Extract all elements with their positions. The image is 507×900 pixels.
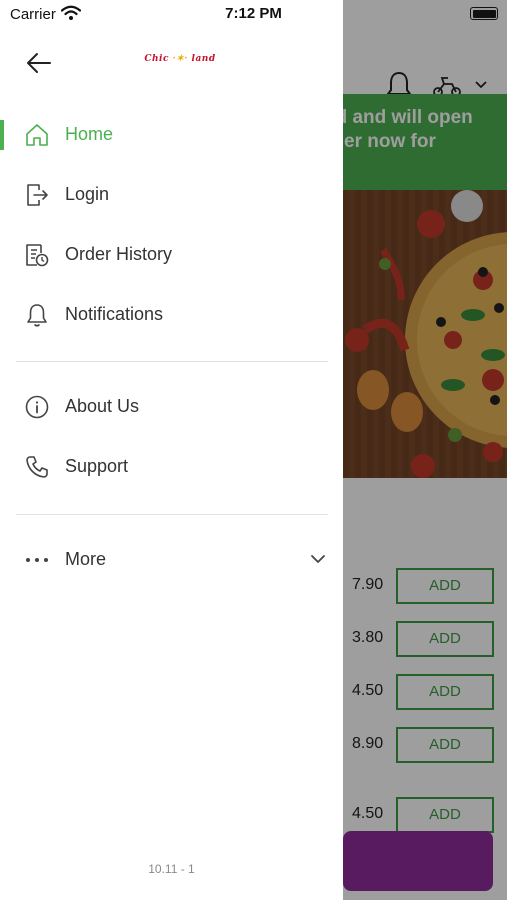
menu-item-order-history[interactable]: Order History — [0, 230, 343, 280]
menu-item-support[interactable]: Support — [0, 442, 343, 492]
menu-item-label: Home — [65, 124, 114, 144]
battery-icon — [470, 7, 498, 20]
chevron-down-icon — [311, 555, 325, 563]
app-version: 10.11 - 1 — [148, 862, 195, 876]
phone-icon — [26, 456, 48, 478]
menu-item-label: Notifications — [65, 304, 164, 324]
logo-text-right: land — [191, 54, 216, 64]
menu-item-notifications[interactable]: Notifications — [0, 290, 343, 340]
menu-divider — [16, 514, 328, 515]
order-history-icon — [26, 244, 49, 267]
menu-item-label: Login — [65, 184, 110, 204]
status-bar: Carrier 7:12 PM — [0, 0, 507, 28]
menu-item-login[interactable]: Login — [0, 170, 343, 220]
menu-divider — [16, 361, 328, 362]
clock: 7:12 PM — [225, 5, 282, 22]
back-arrow-icon[interactable] — [26, 52, 52, 74]
menu-item-about-us[interactable]: About Us — [0, 382, 343, 432]
menu-item-label: Support — [65, 456, 129, 476]
home-icon — [26, 124, 48, 146]
more-dots-icon — [26, 558, 48, 562]
menu-item-label: About Us — [65, 396, 140, 416]
logo-text-left: Chic — [144, 54, 169, 64]
menu-item-label: More — [65, 549, 107, 569]
active-indicator — [0, 120, 4, 150]
info-icon — [25, 395, 49, 419]
menu-item-label: Order History — [65, 244, 173, 264]
side-drawer: Chic ·✶· land Home Login Order History N… — [0, 0, 343, 900]
login-icon — [27, 184, 48, 206]
logo-star-icon: ·✶· — [172, 54, 188, 64]
brand-logo: Chic ·✶· land — [130, 54, 230, 70]
bell-icon — [27, 304, 47, 327]
menu-item-home[interactable]: Home — [0, 110, 343, 160]
menu-item-more[interactable]: More — [0, 535, 343, 585]
